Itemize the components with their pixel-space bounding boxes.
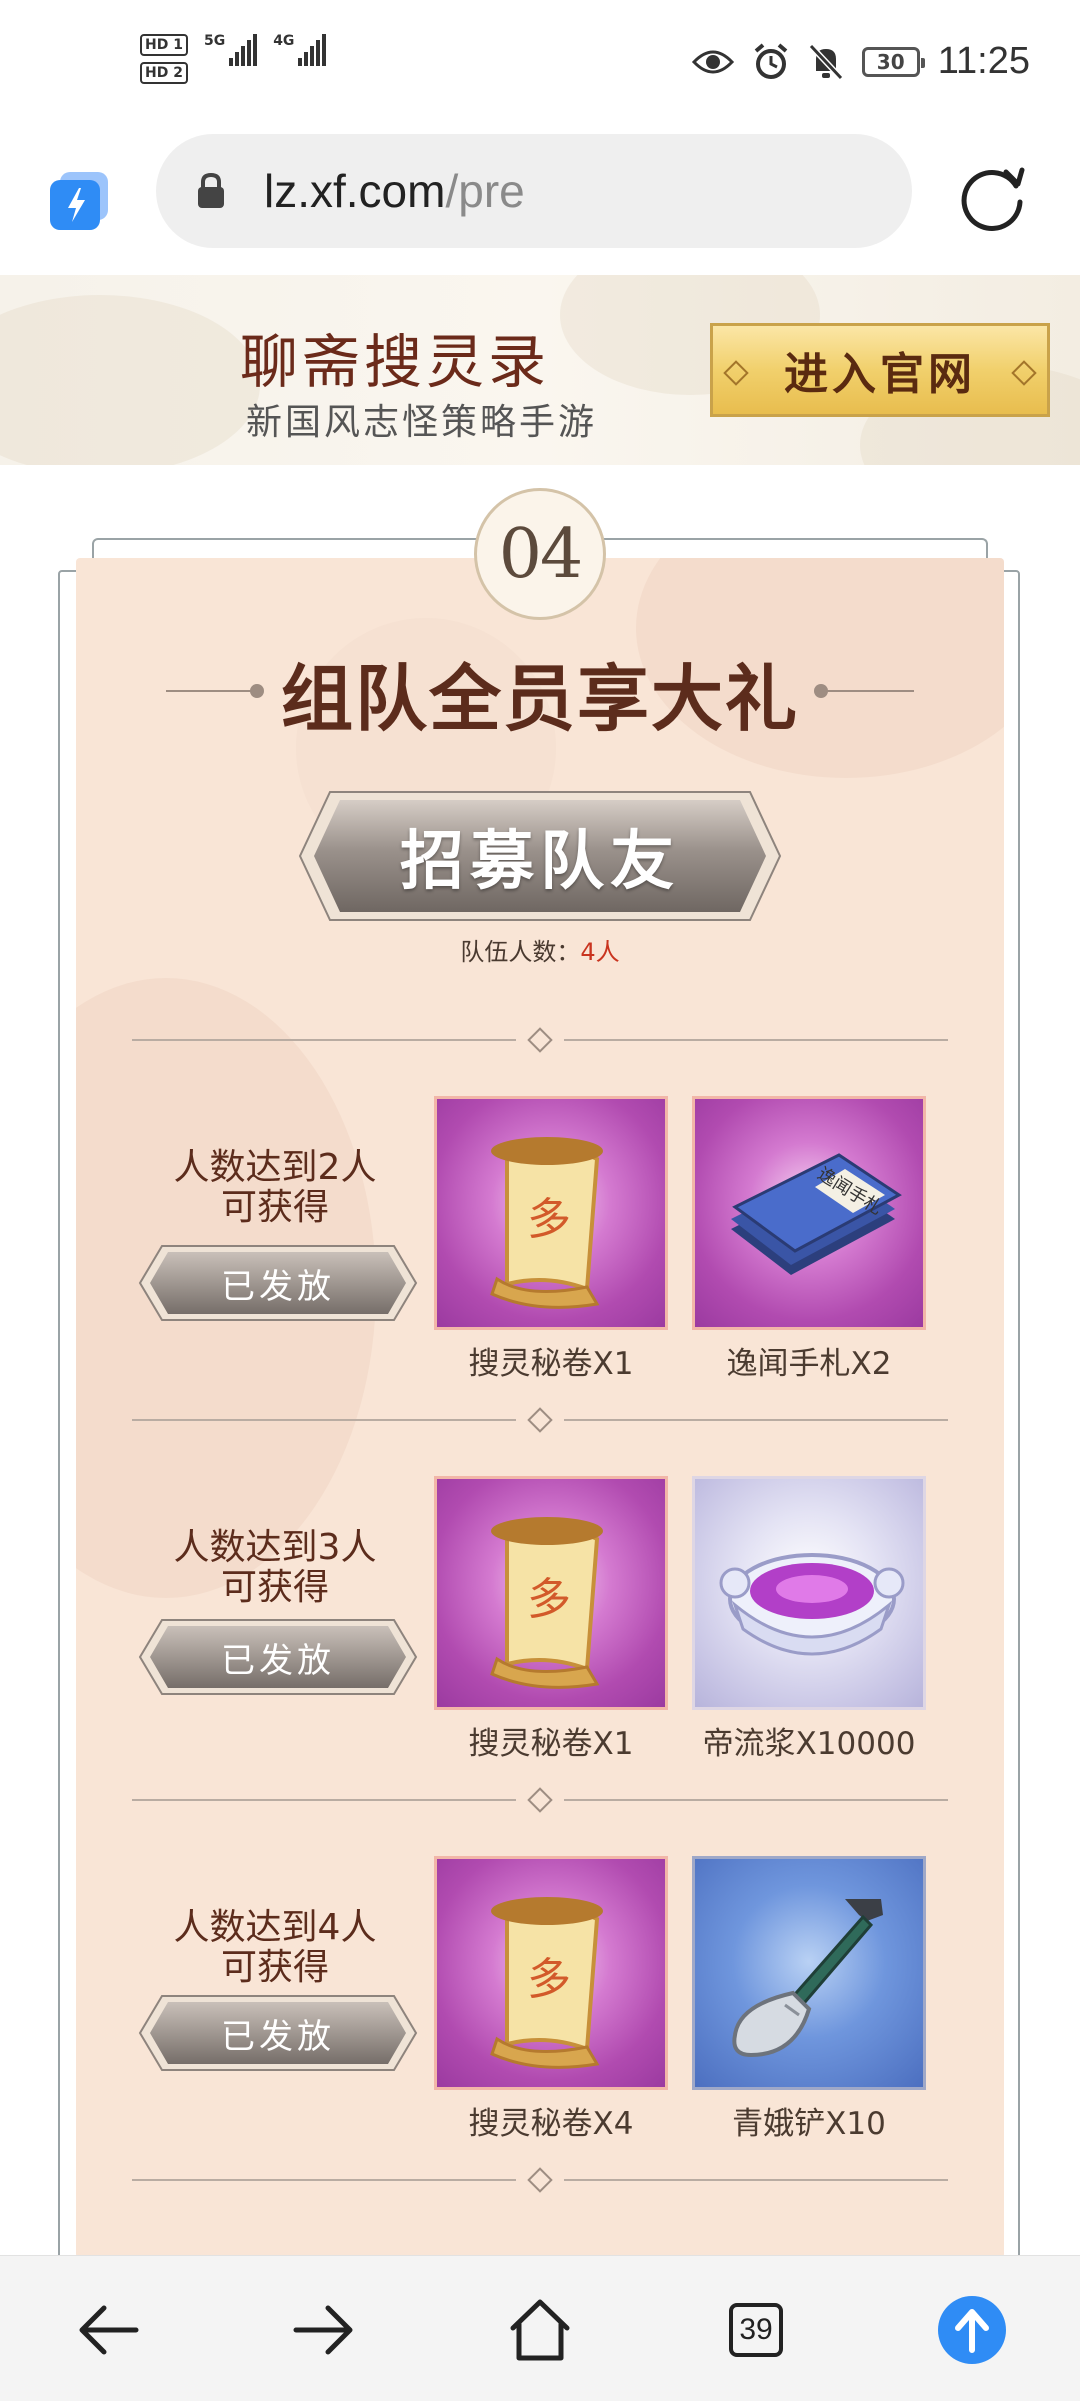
team-count-value: 4人 (580, 938, 620, 966)
bell-off-icon (808, 43, 843, 80)
arrow-right-icon (293, 2305, 353, 2355)
forward-button[interactable] (284, 2290, 364, 2370)
step-badge: 04 (474, 488, 606, 620)
divider (132, 1787, 948, 1813)
divider (132, 1407, 948, 1433)
divider (132, 1027, 948, 1053)
reward-name: 搜灵秘卷X4 (468, 2106, 634, 2142)
address-bar[interactable]: lz.xf.com/pre (156, 134, 912, 248)
sim1-badge: HD 1 (140, 34, 188, 56)
team-count: 队伍人数：4人 (460, 938, 620, 966)
reward-name: 青娥铲X10 (732, 2106, 886, 2142)
scroll-icon: 多 (490, 1517, 603, 1689)
url-text: lz.xf.com/pre (264, 165, 525, 217)
scroll-top-button[interactable] (932, 2290, 1012, 2370)
battery-icon: 30 (861, 46, 925, 77)
scroll-icon: 多 (490, 1137, 603, 1309)
reward-name: 帝流浆X10000 (702, 1726, 916, 1762)
recruit-button-label: 招募队友 (400, 825, 680, 899)
signal-5g-icon: 5G (204, 34, 258, 66)
enter-button-label: 进入官网 (784, 349, 976, 400)
reward-item[interactable]: 多 搜灵秘卷X1 (434, 1096, 668, 1383)
issued-label: 已发放 (221, 1266, 335, 1307)
reload-icon[interactable] (958, 162, 1028, 232)
alarm-icon (754, 42, 788, 79)
game-subtitle: 新国风志怪策略手游 (246, 402, 598, 443)
signal-group: HD 1 HD 2 5G 4G (140, 34, 327, 84)
svg-text:多: 多 (527, 1574, 571, 1625)
svg-text:多: 多 (527, 1194, 571, 1245)
browser-bolt-icon[interactable] (48, 170, 110, 232)
arrow-up-circle-icon (938, 2296, 1006, 2364)
recruit-teammates-button[interactable]: 招募队友 (296, 788, 784, 924)
game-banner: 聊斋搜灵录 新国风志怪策略手游 进入官网 (0, 275, 1080, 465)
jade-bowl-icon (719, 1553, 905, 1656)
game-title: 聊斋搜灵录 (240, 328, 551, 396)
back-button[interactable] (68, 2290, 148, 2370)
eye-icon (691, 50, 734, 73)
enter-official-site-button[interactable]: 进入官网 (710, 323, 1050, 417)
tier-label: 人数达到3人 可获得 (173, 1527, 377, 1608)
svg-text:多: 多 (527, 1954, 571, 2005)
home-icon (510, 2299, 570, 2361)
shovel-icon (732, 1899, 883, 2058)
book-icon: 逸闻手札 (731, 1153, 902, 1275)
reward-item[interactable]: 逸闻手札 逸闻手札X2 (692, 1096, 926, 1383)
reward-name: 逸闻手札X2 (726, 1346, 892, 1382)
sim2-badge: HD 2 (140, 62, 188, 84)
tabs-button[interactable]: 39 (716, 2290, 796, 2370)
reward-name: 搜灵秘卷X1 (468, 1726, 634, 1762)
tab-count: 39 (729, 2303, 783, 2357)
arrow-left-icon (79, 2305, 139, 2355)
reward-item[interactable]: 帝流浆X10000 (692, 1476, 926, 1763)
browser-toolbar: lz.xf.com/pre (0, 130, 1080, 275)
tier-label: 人数达到2人 可获得 (173, 1147, 377, 1228)
reward-item[interactable]: 青娥铲X10 (692, 1856, 926, 2143)
reward-name: 搜灵秘卷X1 (468, 1346, 634, 1382)
issued-label: 已发放 (221, 1640, 335, 1681)
scroll-icon: 多 (490, 1897, 603, 2069)
title-line-right (826, 690, 914, 692)
divider (132, 2167, 948, 2193)
reward-item[interactable]: 多 搜灵秘卷X1 (434, 1476, 668, 1763)
issued-status-button[interactable]: 已发放 (138, 1244, 418, 1322)
reward-item[interactable]: 多 搜灵秘卷X4 (434, 1856, 668, 2143)
issued-label: 已发放 (221, 2016, 335, 2057)
tier-label: 人数达到4人 可获得 (173, 1907, 377, 1988)
status-bar: HD 1 HD 2 5G 4G 30 11:25 (0, 0, 1080, 130)
clock: 11:25 (937, 40, 1030, 82)
issued-status-button[interactable]: 已发放 (138, 1618, 418, 1696)
section-title: 组队全员享大礼 (280, 657, 799, 741)
browser-bottom-nav: 39 (0, 2255, 1080, 2401)
step-number: 04 (498, 514, 584, 594)
issued-status-button[interactable]: 已发放 (138, 1994, 418, 2072)
lock-icon (198, 172, 224, 208)
home-button[interactable] (500, 2290, 580, 2370)
signal-4g-icon: 4G (273, 34, 327, 66)
